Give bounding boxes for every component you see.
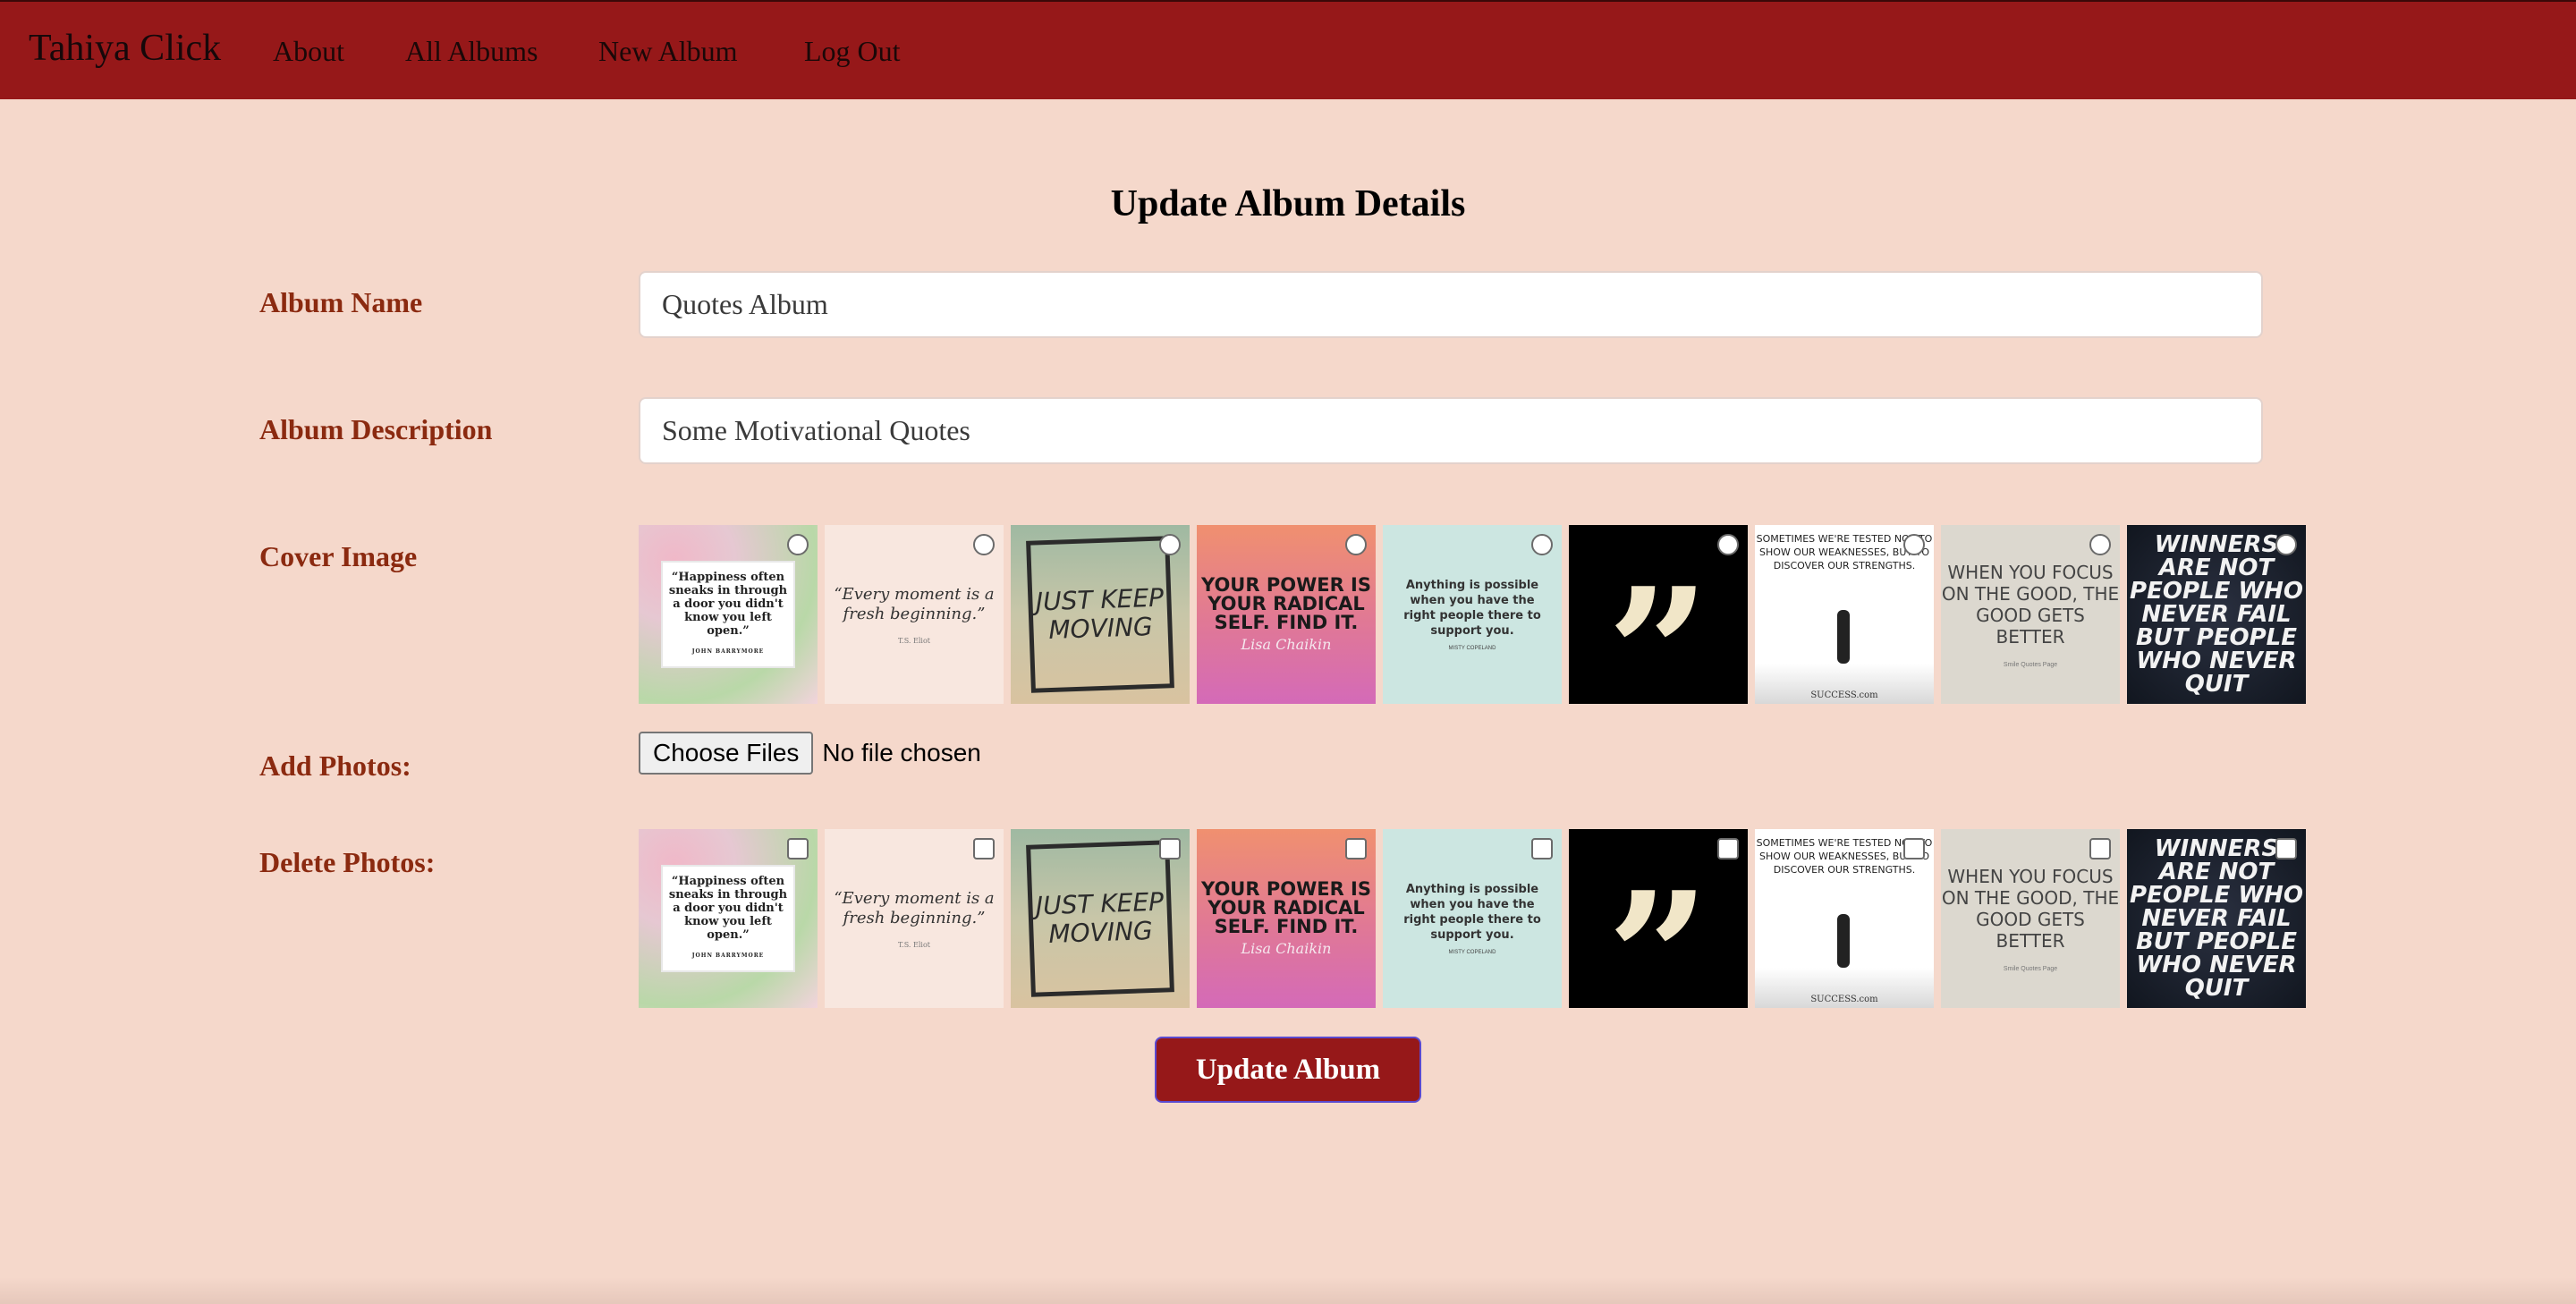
- quote-text: Anything is possible when you have the r…: [1403, 579, 1541, 638]
- delete-checkbox[interactable]: [1345, 838, 1367, 859]
- cover-radio[interactable]: [973, 534, 995, 555]
- quote-author: SUCCESS.com: [1810, 995, 1878, 1004]
- quote-mark-icon: ”: [1606, 549, 1710, 705]
- quote-author: SUCCESS.com: [1810, 690, 1878, 700]
- quote-text: WINNERS ARE NOT PEOPLE WHO NEVER FAIL BU…: [2130, 531, 2303, 698]
- delete-option-quote-mark[interactable]: ”: [1569, 829, 1748, 1008]
- person-figure: [1837, 610, 1850, 664]
- cover-option-focus-on-good[interactable]: WHEN YOU FOCUS ON THE GOOD, THE GOOD GET…: [1941, 525, 2120, 704]
- quote-author: T.S. Eliot: [898, 636, 930, 645]
- cover-radio[interactable]: [787, 534, 809, 555]
- cover-option-tested-strengths[interactable]: SOMETIMES WE'RE TESTED NOT TO SHOW OUR W…: [1755, 525, 1934, 704]
- quote-author: MISTY COPELAND: [1448, 950, 1496, 955]
- quote-frame: JUST KEEP MOVING: [1026, 840, 1174, 997]
- delete-checkbox[interactable]: [2089, 838, 2111, 859]
- quote-text: Anything is possible when you have the r…: [1403, 883, 1541, 942]
- delete-option-focus-on-good[interactable]: WHEN YOU FOCUS ON THE GOOD, THE GOOD GET…: [1941, 829, 2120, 1008]
- quote-text: JUST KEEP MOVING: [1035, 582, 1165, 646]
- quote-author: T.S. Eliot: [898, 940, 930, 949]
- cover-radio[interactable]: [1345, 534, 1367, 555]
- quote-author: Lisa Chaikin: [1241, 636, 1332, 653]
- cover-radio[interactable]: [1717, 534, 1739, 555]
- cover-image-options: “Happiness often sneaks in through a doo…: [639, 525, 2306, 704]
- nav-link-all-albums[interactable]: All Albums: [405, 35, 538, 68]
- brand-link[interactable]: Tahiya Click: [29, 27, 221, 70]
- bottom-shadow: [0, 1277, 2576, 1304]
- quote-text: “Happiness often sneaks in through a doo…: [668, 571, 788, 638]
- album-name-input[interactable]: [639, 271, 2263, 338]
- cover-option-anything-possible[interactable]: Anything is possible when you have the r…: [1383, 525, 1562, 704]
- quote-text: WHEN YOU FOCUS ON THE GOOD, THE GOOD GET…: [1941, 865, 2120, 952]
- delete-checkbox[interactable]: [2275, 838, 2297, 859]
- quote-author: Smile Quotes Page: [2003, 661, 2058, 668]
- quote-author: MISTY COPELAND: [1448, 646, 1496, 651]
- delete-checkbox[interactable]: [1159, 838, 1181, 859]
- delete-option-tested-strengths[interactable]: SOMETIMES WE'RE TESTED NOT TO SHOW OUR W…: [1755, 829, 1934, 1008]
- quote-mark-icon: ”: [1606, 853, 1710, 1009]
- delete-checkbox[interactable]: [1903, 838, 1925, 859]
- quote-author: JOHN BARRYMORE: [691, 648, 765, 655]
- delete-photo-options: “Happiness often sneaks in through a doo…: [639, 829, 2306, 1008]
- delete-option-happiness-quote[interactable]: “Happiness often sneaks in through a doo…: [639, 829, 818, 1008]
- quote-text: YOUR POWER IS YOUR RADICAL SELF. FIND IT…: [1200, 574, 1371, 633]
- quote-text: WINNERS ARE NOT PEOPLE WHO NEVER FAIL BU…: [2130, 835, 2303, 1002]
- delete-option-winners[interactable]: WINNERS ARE NOT PEOPLE WHO NEVER FAIL BU…: [2127, 829, 2306, 1008]
- nav-link-about[interactable]: About: [273, 35, 344, 68]
- file-status: No file chosen: [822, 739, 981, 766]
- page-title: Update Album Details: [1110, 183, 1466, 224]
- add-photos-label: Add Photos:: [259, 749, 411, 782]
- update-album-button[interactable]: Update Album: [1155, 1037, 1421, 1103]
- quote-author: JOHN BARRYMORE: [691, 953, 765, 959]
- cover-radio[interactable]: [1159, 534, 1181, 555]
- cover-image-label: Cover Image: [259, 540, 418, 572]
- quote-author: Smile Quotes Page: [2003, 965, 2058, 972]
- album-name-label: Album Name: [259, 286, 423, 318]
- quote-card: “Happiness often sneaks in through a doo…: [661, 561, 795, 668]
- quote-card: “Happiness often sneaks in through a doo…: [661, 865, 795, 972]
- album-description-label: Album Description: [259, 413, 493, 445]
- cover-radio[interactable]: [1903, 534, 1925, 555]
- delete-checkbox[interactable]: [787, 838, 809, 859]
- person-figure: [1837, 914, 1850, 968]
- nav-link-new-album[interactable]: New Album: [598, 35, 738, 68]
- cover-option-happiness-quote[interactable]: “Happiness often sneaks in through a doo…: [639, 525, 818, 704]
- quote-text: YOUR POWER IS YOUR RADICAL SELF. FIND IT…: [1200, 878, 1371, 937]
- nav-link-log-out[interactable]: Log Out: [804, 35, 901, 68]
- file-input: Choose Files No file chosen: [639, 732, 981, 775]
- delete-option-your-power[interactable]: YOUR POWER IS YOUR RADICAL SELF. FIND IT…: [1197, 829, 1376, 1008]
- quote-author: Lisa Chaikin: [1241, 940, 1332, 957]
- cover-option-fresh-beginning[interactable]: “Every moment is a fresh beginning.” T.S…: [825, 525, 1004, 704]
- navbar: Tahiya Click About All Albums New Album …: [0, 0, 2576, 99]
- delete-checkbox[interactable]: [973, 838, 995, 859]
- cover-radio[interactable]: [2089, 534, 2111, 555]
- choose-files-button[interactable]: Choose Files: [639, 732, 814, 775]
- cover-radio[interactable]: [2275, 534, 2297, 555]
- album-description-input[interactable]: [639, 397, 2263, 464]
- quote-text: “Every moment is a fresh beginning.”: [834, 584, 995, 623]
- cover-radio[interactable]: [1531, 534, 1553, 555]
- quote-text: “Happiness often sneaks in through a doo…: [668, 875, 788, 942]
- delete-option-anything-possible[interactable]: Anything is possible when you have the r…: [1383, 829, 1562, 1008]
- cover-option-winners[interactable]: WINNERS ARE NOT PEOPLE WHO NEVER FAIL BU…: [2127, 525, 2306, 704]
- delete-option-fresh-beginning[interactable]: “Every moment is a fresh beginning.” T.S…: [825, 829, 1004, 1008]
- delete-photos-label: Delete Photos:: [259, 846, 436, 878]
- delete-checkbox[interactable]: [1717, 838, 1739, 859]
- quote-text: “Every moment is a fresh beginning.”: [834, 888, 995, 927]
- delete-option-just-keep-moving[interactable]: JUST KEEP MOVING: [1011, 829, 1190, 1008]
- delete-checkbox[interactable]: [1531, 838, 1553, 859]
- cover-option-quote-mark[interactable]: ”: [1569, 525, 1748, 704]
- cover-option-your-power[interactable]: YOUR POWER IS YOUR RADICAL SELF. FIND IT…: [1197, 525, 1376, 704]
- quote-text: JUST KEEP MOVING: [1035, 886, 1165, 950]
- cover-option-just-keep-moving[interactable]: JUST KEEP MOVING: [1011, 525, 1190, 704]
- quote-text: WHEN YOU FOCUS ON THE GOOD, THE GOOD GET…: [1941, 561, 2120, 648]
- quote-frame: JUST KEEP MOVING: [1026, 536, 1174, 693]
